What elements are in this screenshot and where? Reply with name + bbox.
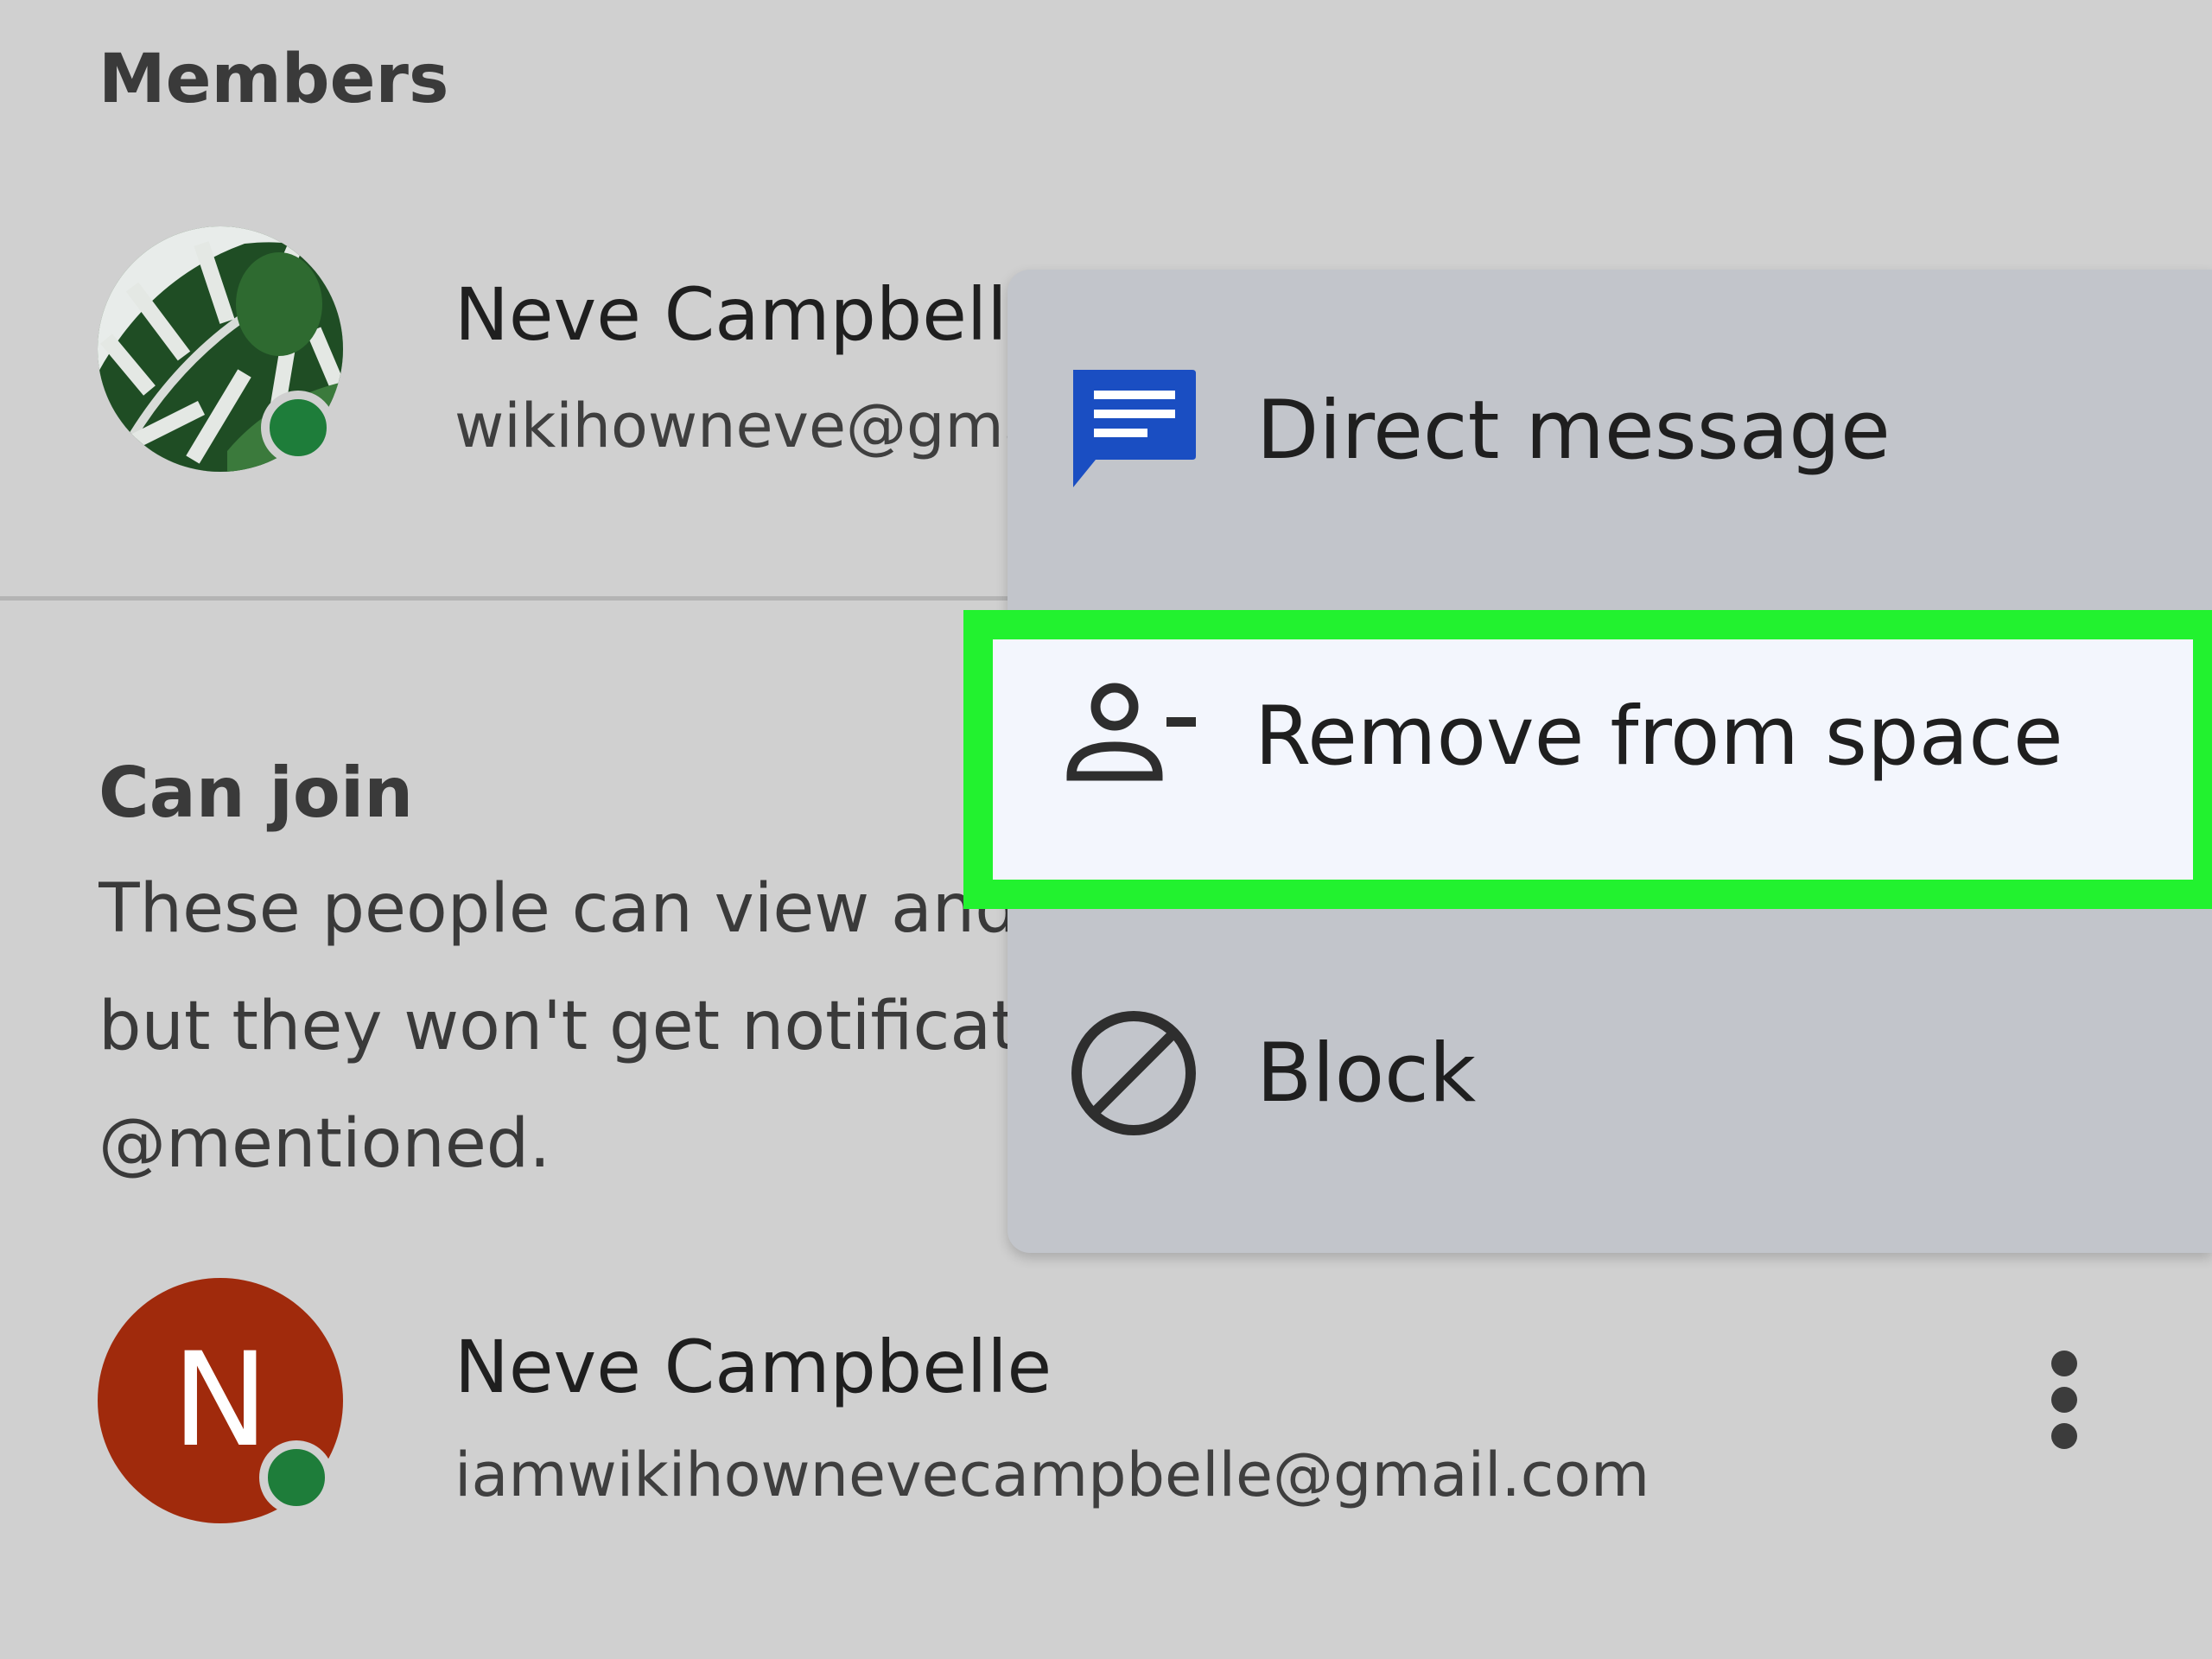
online-status-indicator bbox=[261, 391, 335, 465]
menu-item-label: Remove from space bbox=[1255, 690, 2063, 784]
highlight-outline: Remove from space bbox=[963, 610, 2212, 909]
can-join-title: Can join bbox=[99, 753, 414, 833]
description-line: but they won't get notificati bbox=[99, 988, 1014, 1065]
members-section-title: Members bbox=[99, 41, 449, 118]
menu-item-label: Direct message bbox=[1256, 384, 1891, 478]
member-email: wikihowneve@gmai bbox=[454, 391, 1007, 461]
can-join-description: These people can view and but they won't… bbox=[99, 850, 1014, 1203]
description-line: These people can view and bbox=[99, 870, 1014, 948]
person-remove-icon bbox=[1066, 683, 1196, 781]
member-name: Neve Campbelle bbox=[454, 1325, 1052, 1409]
menu-item-remove-from-space[interactable]: Remove from space bbox=[993, 639, 2193, 880]
section-divider bbox=[0, 596, 1020, 601]
more-vert-icon-dot bbox=[2051, 1387, 2077, 1413]
menu-item-direct-message[interactable]: Direct message bbox=[1007, 304, 2212, 555]
description-line: @mentioned. bbox=[99, 1105, 551, 1183]
more-vert-icon bbox=[2051, 1351, 2077, 1376]
menu-item-label: Block bbox=[1256, 1027, 1477, 1121]
member-email: iamwikihownevecampbelle@gmail.com bbox=[454, 1440, 1650, 1510]
member-name: Neve Campbelle bbox=[454, 272, 1007, 357]
chat-message-icon bbox=[1073, 370, 1196, 487]
menu-item-block[interactable]: Block bbox=[1007, 933, 2212, 1184]
more-options-button[interactable] bbox=[2032, 1344, 2098, 1456]
online-status-indicator bbox=[259, 1440, 334, 1515]
block-icon bbox=[1071, 1011, 1196, 1135]
more-vert-icon-dot bbox=[2051, 1423, 2077, 1449]
